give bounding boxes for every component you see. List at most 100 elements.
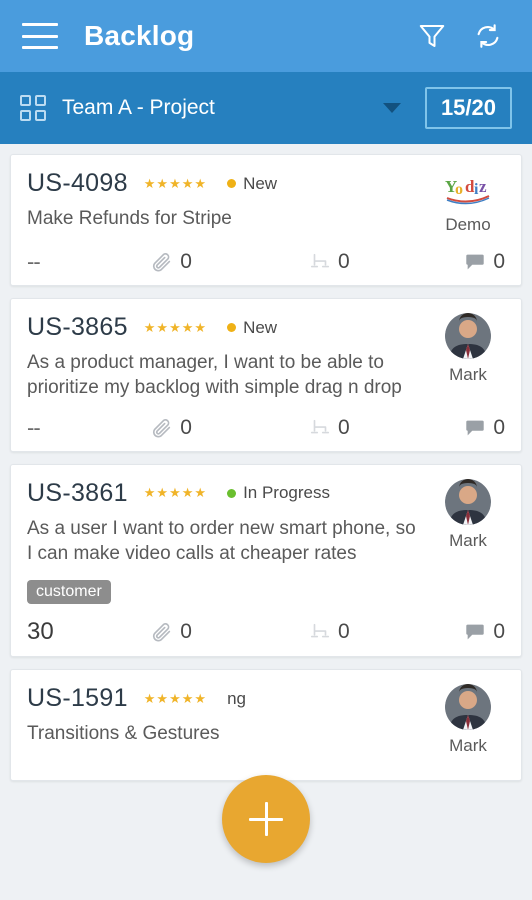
page-title: Backlog xyxy=(84,20,195,51)
attachment-count[interactable]: 0 xyxy=(151,416,309,440)
hamburger-menu-icon[interactable] xyxy=(22,23,58,49)
svg-text:z: z xyxy=(479,177,487,196)
card-title: As a product manager, I want to be able … xyxy=(27,352,402,399)
add-item-fab[interactable] xyxy=(222,775,310,863)
status-label: In Progress xyxy=(243,483,330,503)
project-name-label: Team A - Project xyxy=(62,96,215,119)
card-assignee: Y o d i z Demo xyxy=(431,169,505,235)
backlog-card[interactable]: US-3865 ★★★★★ New As a product manager, … xyxy=(10,298,522,452)
tag-chip[interactable]: customer xyxy=(27,580,111,605)
card-body: US-1591 ★★★★★ ng Transitions & Gestures xyxy=(27,684,505,756)
card-footer: -- 0 0 0 xyxy=(27,249,505,275)
grid-squares-icon xyxy=(20,95,46,121)
paperclip-icon xyxy=(151,621,173,643)
chevron-down-icon[interactable] xyxy=(382,103,401,113)
item-count-badge[interactable]: 15/20 xyxy=(424,87,512,129)
attachment-number: 0 xyxy=(180,620,192,644)
star-icon: ★★★★★ xyxy=(143,485,208,501)
svg-text:o: o xyxy=(455,181,463,198)
comment-count[interactable]: 0 xyxy=(448,620,505,644)
attachment-number: 0 xyxy=(180,250,192,273)
status-badge: New xyxy=(227,318,277,338)
subtasks-icon xyxy=(309,417,331,439)
project-bar[interactable]: Team A - Project 15/20 xyxy=(0,72,532,144)
attachment-count[interactable]: 0 xyxy=(151,250,309,274)
star-icon: ★★★★★ xyxy=(143,319,208,335)
card-assignee: Mark xyxy=(431,313,505,401)
attachment-number: 0 xyxy=(180,415,192,439)
card-tags: customer xyxy=(27,580,421,605)
card-body: US-4098 ★★★★★ New Make Refunds for Strip… xyxy=(27,169,505,235)
card-assignee: Mark xyxy=(431,684,505,756)
card-footer: -- 0 0 0 xyxy=(27,415,505,441)
status-badge: New xyxy=(227,174,277,194)
assignee-name: Mark xyxy=(449,736,487,756)
card-main: US-1591 ★★★★★ ng Transitions & Gestures xyxy=(27,684,431,756)
card-header-row: US-3861 ★★★★★ In Progress xyxy=(27,479,421,508)
comment-bubble-icon xyxy=(464,251,486,273)
issue-id[interactable]: US-1591 xyxy=(27,684,128,713)
card-header-row: US-1591 ★★★★★ ng xyxy=(27,684,421,713)
comment-number: 0 xyxy=(493,415,505,439)
assignee-name: Mark xyxy=(449,365,487,384)
task-count[interactable]: 0 xyxy=(309,620,448,644)
status-badge: ng xyxy=(227,689,246,709)
card-main: US-4098 ★★★★★ New Make Refunds for Strip… xyxy=(27,169,431,235)
card-body: US-3865 ★★★★★ New As a product manager, … xyxy=(27,313,505,401)
backlog-card[interactable]: US-1591 ★★★★★ ng Transitions & Gestures xyxy=(10,669,522,782)
comment-bubble-icon xyxy=(464,621,486,643)
star-icon: ★★★★★ xyxy=(143,175,208,191)
filter-funnel-icon[interactable] xyxy=(410,14,454,58)
backlog-card[interactable]: US-4098 ★★★★★ New Make Refunds for Strip… xyxy=(10,154,522,286)
backlog-card[interactable]: US-3861 ★★★★★ In Progress As a user I wa… xyxy=(10,463,522,658)
task-number: 0 xyxy=(338,250,350,273)
status-label: ng xyxy=(227,688,246,708)
task-number: 0 xyxy=(338,620,350,644)
star-icon: ★★★★★ xyxy=(143,690,208,706)
story-points: -- xyxy=(27,414,41,440)
card-body: US-3861 ★★★★★ In Progress As a user I wa… xyxy=(27,478,505,605)
card-header-row: US-4098 ★★★★★ New xyxy=(27,169,421,198)
card-main: US-3861 ★★★★★ In Progress As a user I wa… xyxy=(27,479,431,605)
story-points: -- xyxy=(27,249,41,274)
status-badge: In Progress xyxy=(227,483,330,503)
subtasks-icon xyxy=(309,621,331,643)
card-footer: 30 0 0 0 xyxy=(27,618,505,646)
card-title: Make Refunds for Stripe xyxy=(27,208,232,229)
comment-bubble-icon xyxy=(464,417,486,439)
status-label: New xyxy=(243,317,278,337)
refresh-sync-icon[interactable] xyxy=(466,14,510,58)
comment-count[interactable]: 0 xyxy=(448,250,505,274)
status-dot xyxy=(227,488,237,498)
card-main: US-3865 ★★★★★ New As a product manager, … xyxy=(27,313,431,401)
story-points: 30 xyxy=(27,618,54,646)
app-bar: Backlog xyxy=(0,0,532,72)
card-title: As a user I want to order new smart phon… xyxy=(27,517,416,564)
avatar xyxy=(445,684,491,731)
assignee-name: Mark xyxy=(449,530,487,550)
paperclip-icon xyxy=(151,417,173,439)
comment-count[interactable]: 0 xyxy=(448,416,505,440)
paperclip-icon xyxy=(151,251,173,273)
issue-id[interactable]: US-3861 xyxy=(27,479,128,508)
attachment-count[interactable]: 0 xyxy=(151,620,309,644)
backlog-list: US-4098 ★★★★★ New Make Refunds for Strip… xyxy=(0,144,532,782)
comment-number: 0 xyxy=(493,620,505,644)
issue-id[interactable]: US-3865 xyxy=(27,313,128,342)
issue-id[interactable]: US-4098 xyxy=(27,169,128,198)
yodiz-logo-icon: Y o d i z xyxy=(443,169,493,209)
assignee-name: Demo xyxy=(445,215,491,234)
task-number: 0 xyxy=(338,415,350,439)
avatar xyxy=(445,478,491,525)
task-count[interactable]: 0 xyxy=(309,416,448,440)
subtasks-icon xyxy=(309,251,331,273)
status-label: New xyxy=(243,173,278,193)
avatar xyxy=(445,313,491,359)
card-assignee: Mark xyxy=(431,478,505,605)
task-count[interactable]: 0 xyxy=(309,250,448,274)
backlog-screen: Backlog Team A - Project 15/20 US-4098 ★… xyxy=(0,0,532,900)
card-header-row: US-3865 ★★★★★ New xyxy=(27,313,421,342)
card-title: Transitions & Gestures xyxy=(27,723,220,745)
status-dot xyxy=(227,179,237,188)
status-dot xyxy=(227,323,237,332)
